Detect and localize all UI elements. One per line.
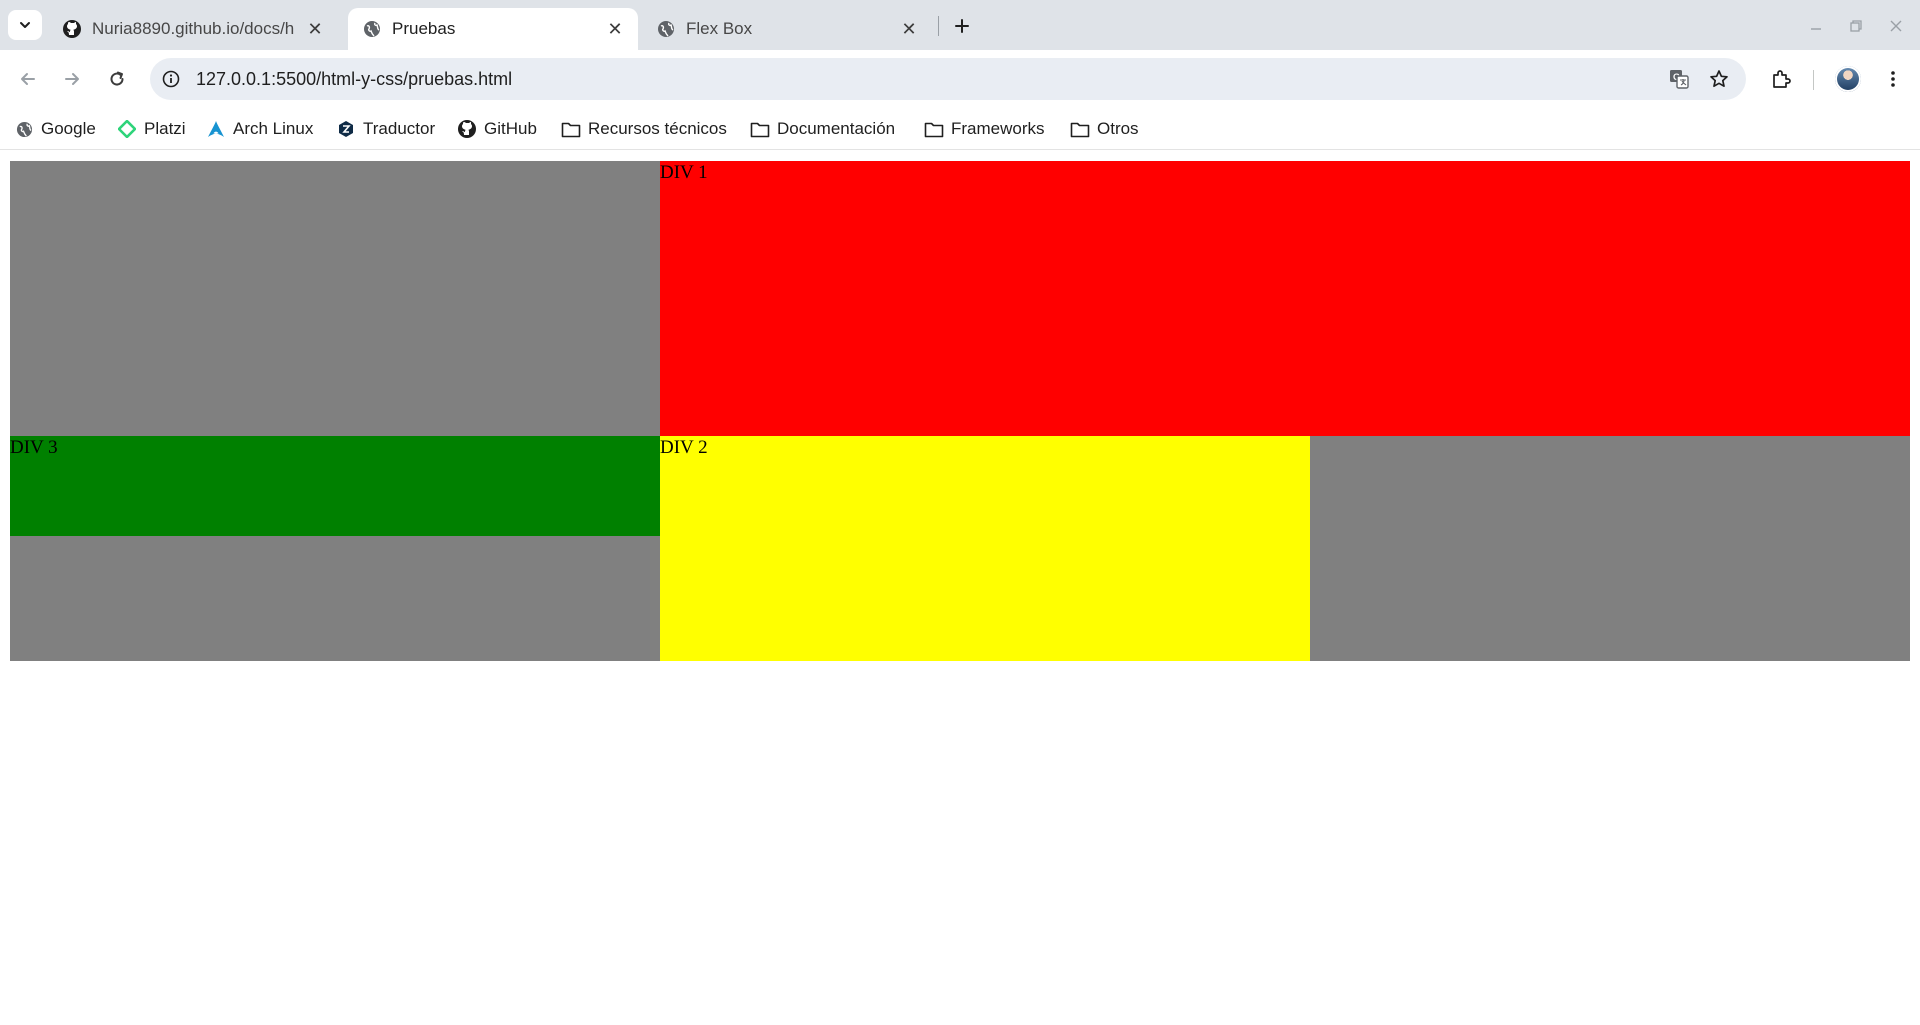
restore-icon[interactable] xyxy=(1842,12,1870,40)
tab-strip: Nuria8890.github.io/docs/h ✕ Pruebas ✕ F… xyxy=(0,0,1920,50)
bookmark-label: GitHub xyxy=(484,119,537,138)
site-info-icon[interactable] xyxy=(160,68,182,90)
tab-github-docs[interactable]: Nuria8890.github.io/docs/h ✕ xyxy=(48,8,338,50)
reload-button[interactable] xyxy=(101,63,133,95)
bookmark-label: Google xyxy=(41,119,96,138)
folder-icon xyxy=(561,119,581,139)
div-3-label: DIV 3 xyxy=(10,437,58,458)
bookmark-frameworks[interactable]: Frameworks xyxy=(924,114,1045,144)
extensions-button[interactable] xyxy=(1765,63,1797,95)
reload-icon xyxy=(110,71,124,86)
github-icon xyxy=(457,119,477,139)
bookmark-documentacion[interactable]: Documentación xyxy=(750,114,895,144)
translate-icon[interactable]: G xyxy=(1666,66,1692,92)
bookmark-google[interactable]: Google xyxy=(14,114,96,144)
tab-title: Pruebas xyxy=(392,19,456,38)
tab-flex-box[interactable]: Flex Box ✕ xyxy=(642,8,932,50)
bookmark-label: Frameworks xyxy=(951,119,1045,138)
platzi-icon xyxy=(117,119,137,139)
profile-avatar[interactable] xyxy=(1835,66,1861,92)
bookmark-arch-linux[interactable]: Arch Linux xyxy=(206,114,313,144)
page-viewport: DIV 1 DIV 3 DIV 2 xyxy=(0,150,1920,1025)
tab-separator xyxy=(938,16,939,36)
new-tab-button[interactable] xyxy=(948,12,976,40)
translator-icon xyxy=(336,119,356,139)
plus-icon xyxy=(955,19,969,33)
puzzle-icon xyxy=(1773,70,1791,88)
div-2: DIV 2 xyxy=(660,436,1310,661)
toolbar-divider xyxy=(1813,70,1814,90)
globe-icon xyxy=(14,119,34,139)
bookmark-otros[interactable]: Otros xyxy=(1070,114,1139,144)
tab-title: Flex Box xyxy=(686,19,753,38)
bookmark-label: Recursos técnicos xyxy=(588,119,727,138)
arrow-left-icon xyxy=(21,73,35,85)
tab-pruebas[interactable]: Pruebas ✕ xyxy=(348,8,638,50)
bookmark-label: Otros xyxy=(1097,119,1139,138)
browser-toolbar: 127.0.0.1:5500/html-y-css/pruebas.html G xyxy=(0,50,1920,108)
div-1-label: DIV 1 xyxy=(660,162,708,183)
github-icon xyxy=(62,19,82,39)
more-vert-icon xyxy=(1891,71,1895,87)
close-tab-icon[interactable]: ✕ xyxy=(898,18,920,40)
folder-icon xyxy=(1070,119,1090,139)
tab-search-button[interactable] xyxy=(8,10,42,40)
bookmark-label: Arch Linux xyxy=(233,119,314,138)
close-tab-icon[interactable]: ✕ xyxy=(304,18,326,40)
close-tab-icon[interactable]: ✕ xyxy=(604,18,626,40)
bookmark-github[interactable]: GitHub xyxy=(457,114,537,144)
globe-icon xyxy=(656,19,676,39)
forward-button[interactable] xyxy=(56,63,88,95)
bookmark-label: Documentación xyxy=(777,119,896,138)
folder-icon xyxy=(750,119,770,139)
tab-title: Nuria8890.github.io/docs/h xyxy=(92,19,295,38)
arch-linux-icon xyxy=(206,119,226,139)
address-bar[interactable]: 127.0.0.1:5500/html-y-css/pruebas.html G xyxy=(150,58,1746,100)
chevron-down-icon xyxy=(20,22,30,28)
bookmark-label: Platzi xyxy=(144,119,186,138)
bookmark-label: Traductor xyxy=(363,119,436,138)
div-1: DIV 1 xyxy=(660,161,1910,436)
url-text[interactable]: 127.0.0.1:5500/html-y-css/pruebas.html xyxy=(196,69,512,90)
minimize-icon[interactable] xyxy=(1802,12,1830,40)
bookmarks-bar: Google Platzi Arch Linux Traductor GitHu… xyxy=(0,108,1920,150)
div-2-label: DIV 2 xyxy=(660,437,708,458)
bookmark-platzi[interactable]: Platzi xyxy=(117,114,186,144)
folder-icon xyxy=(924,119,944,139)
window-close-icon[interactable] xyxy=(1882,12,1910,40)
bookmark-traductor[interactable]: Traductor xyxy=(336,114,435,144)
div-3: DIV 3 xyxy=(10,436,660,536)
bookmark-recursos-tecnicos[interactable]: Recursos técnicos xyxy=(561,114,727,144)
bookmark-star-icon[interactable] xyxy=(1706,66,1732,92)
menu-button[interactable] xyxy=(1877,63,1909,95)
back-button[interactable] xyxy=(12,63,44,95)
arrow-right-icon xyxy=(65,73,79,85)
globe-icon xyxy=(362,19,382,39)
